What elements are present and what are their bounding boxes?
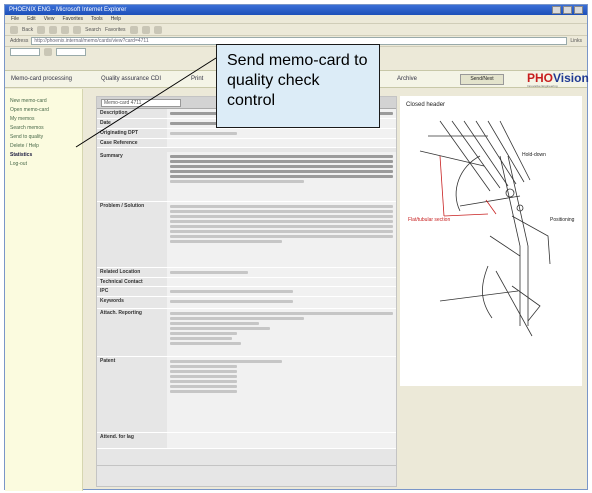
tab-memo-card-processing[interactable]: Memo-card processing (11, 76, 72, 82)
send-next-button[interactable]: Send/Next (460, 74, 504, 85)
figure-label-positioning: Positioning (550, 217, 575, 223)
row-label: Keywords (100, 298, 124, 304)
address-label: Address (10, 38, 29, 44)
figure-label-section: Flat/tubular section (408, 217, 450, 223)
refresh-icon[interactable] (61, 25, 70, 34)
form-row: Keywords (97, 297, 396, 309)
menu-edit[interactable]: Edit (27, 16, 36, 22)
back-button[interactable]: Back (22, 27, 33, 33)
row-label: Originating DPT (100, 130, 139, 136)
sidebar-item-open[interactable]: Open memo-card (5, 106, 82, 115)
tab-print[interactable]: Print (191, 76, 203, 82)
sidebar-item-search[interactable]: Search memos (5, 124, 82, 133)
row-label: Technical Contact (100, 279, 143, 285)
form-row: Attach. Reporting (97, 309, 396, 357)
sidebar-item-new[interactable]: New memo-card (5, 97, 82, 106)
history-icon[interactable] (129, 25, 138, 34)
search-button[interactable]: Search (85, 27, 101, 33)
form-row: Problem / Solution (97, 202, 396, 268)
row-value[interactable] (167, 202, 396, 267)
row-value[interactable] (167, 139, 396, 147)
row-value[interactable] (167, 297, 396, 308)
form-row: Originating DPT (97, 129, 396, 139)
technical-drawing: Closed header Hold-down Flat/tubular sec… (400, 96, 582, 386)
form-row: Related Location (97, 268, 396, 278)
form-row: Case Reference (97, 139, 396, 148)
row-value[interactable] (167, 287, 396, 296)
row-label: Problem / Solution (100, 203, 145, 209)
row-label: IPC (100, 288, 109, 294)
row-label: Case Reference (100, 140, 138, 146)
row-value[interactable] (167, 152, 396, 201)
sidebar-item-logout[interactable]: Log-out (5, 160, 82, 169)
row-label: Patent (100, 358, 116, 364)
sidebar-item-my-memos[interactable]: My memos (5, 115, 82, 124)
memo-card-form: Memo-card 4711 Description Date Originat… (96, 96, 397, 486)
row-value[interactable] (167, 309, 396, 356)
sidebar-item-statistics[interactable]: Statistics (5, 151, 82, 160)
row-value[interactable] (167, 268, 396, 277)
window-title: PHOENIX ENG - Microsoft Internet Explore… (9, 7, 127, 13)
minimize-icon[interactable] (552, 6, 561, 14)
menu-view[interactable]: View (44, 16, 55, 22)
search-box[interactable] (56, 48, 86, 56)
logo-text-b: Vision (553, 71, 589, 85)
print-icon[interactable] (153, 25, 162, 34)
figure-label-closed-header: Closed header (406, 102, 445, 108)
home-icon[interactable] (73, 25, 82, 34)
menu-help[interactable]: Help (111, 16, 121, 22)
row-label: Attend. for lag (100, 434, 134, 440)
mail-icon[interactable] (141, 25, 150, 34)
menu-tools[interactable]: Tools (91, 16, 103, 22)
figure-label-hold-down: Hold-down (522, 152, 546, 158)
company-logo: PHOVision Innovative Engineering (527, 71, 589, 88)
back-icon[interactable] (10, 25, 18, 34)
menu-favorites[interactable]: Favorites (62, 16, 83, 22)
row-value[interactable] (167, 433, 396, 448)
memo-card-field[interactable]: Memo-card 4711 (101, 99, 181, 107)
sidebar-item-send-to-quality[interactable]: Send to quality (5, 133, 82, 142)
row-label: Description (100, 110, 128, 116)
form-row: IPC (97, 287, 396, 297)
menu-file[interactable]: File (11, 16, 19, 22)
callout-box: Send memo-card to quality check control (216, 44, 380, 128)
sidebar: New memo-card Open memo-card My memos Se… (5, 89, 83, 491)
row-label: Date (100, 120, 111, 126)
logo-text-a: PHO (527, 71, 554, 85)
tab-quality-assurance[interactable]: Quality assurance CDI (101, 76, 161, 82)
form-row: Summary (97, 152, 396, 202)
window-controls (552, 6, 583, 14)
form-row: Technical Contact (97, 278, 396, 287)
title-bar: PHOENIX ENG - Microsoft Internet Explore… (5, 5, 587, 15)
row-label: Attach. Reporting (100, 310, 142, 316)
drawing-svg: Closed header Hold-down Flat/tubular sec… (406, 102, 575, 337)
sidebar-item-delete-help[interactable]: Delete / Help (5, 142, 82, 151)
stop-icon[interactable] (49, 25, 58, 34)
row-label: Summary (100, 153, 123, 159)
menu-bar: File Edit View Favorites Tools Help (5, 15, 587, 23)
go-icon[interactable] (44, 48, 52, 56)
favorites-button[interactable]: Favorites (105, 27, 126, 33)
tab-archive[interactable]: Archive (397, 76, 417, 82)
form-row: Attend. for lag (97, 433, 396, 449)
row-value[interactable] (167, 129, 396, 138)
row-label: Related Location (100, 269, 141, 275)
forward-icon[interactable] (37, 25, 46, 34)
form-footer (96, 465, 397, 487)
form-row: Patent (97, 357, 396, 433)
callout-text: Send memo-card to quality check control (227, 52, 368, 109)
row-value[interactable] (167, 357, 396, 432)
browser-toolbar: Back Search Favorites (5, 23, 587, 35)
row-value[interactable] (167, 278, 396, 286)
close-icon[interactable] (574, 6, 583, 14)
dropdown-select[interactable] (10, 48, 40, 56)
links-label[interactable]: Links (570, 38, 582, 44)
maximize-icon[interactable] (563, 6, 572, 14)
